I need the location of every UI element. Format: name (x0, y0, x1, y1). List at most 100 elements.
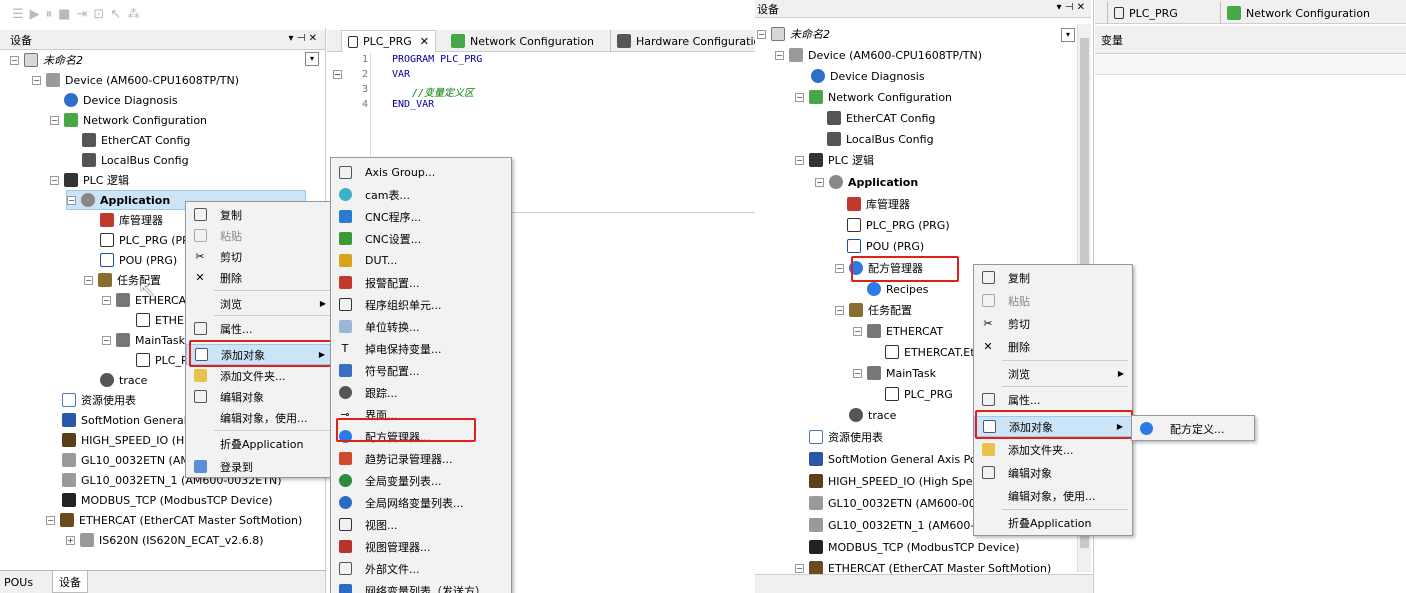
tree-item[interactable]: PLC_PRG (PRG) (847, 215, 950, 235)
submenu-item[interactable]: T 掉电保持变量... (331, 338, 511, 359)
tree-item[interactable]: MODBUS_TCP (ModbusTCP Device) (809, 537, 1020, 557)
menu-item-collapse[interactable]: 折叠Application (974, 512, 1132, 533)
submenu-item[interactable]: DUT... (331, 250, 511, 271)
submenu-item-recipe-definition[interactable]: 配方定义... (1132, 418, 1254, 439)
tree-item[interactable]: − ETHERCAT (853, 321, 943, 341)
submenu-item[interactable]: 趋势记录管理器... (331, 448, 511, 469)
submenu-item[interactable]: 符号配置... (331, 360, 511, 381)
submenu-item[interactable]: 跟踪... (331, 382, 511, 403)
pause-icon[interactable]: ⏸ (46, 7, 53, 22)
submenu-item-recipe-manager[interactable]: 配方管理器... (331, 426, 511, 447)
tab-network-configuration[interactable]: Network Configuration (445, 30, 600, 52)
menu-item-paste[interactable]: 粘贴 (974, 290, 1132, 311)
submenu-item[interactable]: 程序组织单元... (331, 294, 511, 315)
menu-item-add-folder[interactable]: 添加文件夹... (974, 439, 1132, 460)
panel-controls[interactable]: ▾ ⊣ ✕ (289, 33, 317, 44)
menu-item-add-object[interactable]: 添加对象 ▶ (974, 416, 1132, 437)
menu-item-cut[interactable]: ✂ 剪切 (974, 313, 1132, 334)
menu-item-copy[interactable]: 复制 (974, 267, 1132, 288)
menu-item-edit-object[interactable]: 编辑对象 (974, 462, 1132, 483)
cursor-icon[interactable]: ↖ (110, 7, 121, 22)
menu-item-edit-object-with[interactable]: 编辑对象，使用... (974, 485, 1132, 506)
menu-item-properties[interactable]: 属性... (186, 318, 334, 339)
panel-controls[interactable]: ▾ ⊣ ✕ (1057, 2, 1085, 13)
tree-item[interactable]: MODBUS_TCP (ModbusTCP Device) (62, 490, 273, 510)
menu-item-add-object[interactable]: 添加对象 ▶ (186, 344, 334, 365)
tree-item[interactable]: 资源使用表 (809, 427, 883, 447)
tree-item[interactable]: − Device (AM600-CPU1608TP/TN) (775, 45, 982, 65)
watch-icon[interactable]: ⁂ (127, 7, 140, 22)
tab-hardware-configuration[interactable]: Hardware Configuration (610, 30, 765, 52)
tree-item[interactable]: − 未命名2 (757, 24, 830, 44)
menu-item-copy[interactable]: 复制 (186, 204, 334, 225)
tree-item[interactable]: − MainTask (102, 330, 185, 350)
menu-item-edit-object-with[interactable]: 编辑对象，使用... (186, 407, 334, 428)
menu-item-edit-object[interactable]: 编辑对象 (186, 386, 334, 407)
tab-network-configuration[interactable]: Network Configuration (1220, 2, 1376, 24)
toolbar-icon[interactable]: ☰ (12, 7, 24, 22)
submenu-item[interactable]: ⊸ 界面... (331, 404, 511, 425)
tree-item[interactable]: − 任务配置 (835, 300, 912, 320)
submenu-item[interactable]: CNC程序... (331, 206, 511, 227)
submenu-item[interactable]: Axis Group... (331, 162, 511, 183)
tree-item[interactable]: PLC_PRG (885, 384, 953, 404)
menu-item-paste[interactable]: 粘贴 (186, 225, 334, 246)
tree-item[interactable]: trace (100, 370, 147, 390)
tree-item[interactable]: − PLC 逻辑 (795, 150, 874, 170)
menu-item-collapse[interactable]: 折叠Application (186, 433, 334, 454)
tree-item[interactable]: SoftMotion General Axis Pool (809, 449, 986, 469)
tree-item[interactable]: LocalBus Config (82, 150, 189, 170)
menu-item-cut[interactable]: ✂ 剪切 (186, 246, 334, 267)
tree-item[interactable]: − Device (AM600-CPU1608TP/TN) (32, 70, 239, 90)
submenu-item[interactable]: CNC设置... (331, 228, 511, 249)
tree-item[interactable]: Recipes (867, 279, 929, 299)
tree-item[interactable]: Device Diagnosis (64, 90, 178, 110)
submenu-item[interactable]: 视图... (331, 514, 511, 535)
menu-item-browse[interactable]: 浏览 ▶ (974, 363, 1132, 384)
menu-item-login[interactable]: 登录到 (186, 456, 334, 477)
tree-item[interactable]: LocalBus Config (827, 129, 934, 149)
tab-plc-prg[interactable]: PLC_PRG ✕ (341, 30, 436, 52)
step-icon[interactable]: ⇥ (76, 7, 87, 22)
tree-item[interactable]: 库管理器 (100, 210, 163, 230)
tree-item[interactable]: POU (PRG) (847, 236, 924, 256)
menu-item-delete[interactable]: ✕ 删除 (974, 336, 1132, 357)
tree-item[interactable]: − Network Configuration (795, 87, 952, 107)
tree-item[interactable]: − Application (815, 172, 918, 192)
tree-item[interactable]: − ETHERCAT (EtherCAT Master SoftMotion) (46, 510, 302, 530)
submenu-item[interactable]: 报警配置... (331, 272, 511, 293)
submenu-item[interactable]: 全局网络变量列表... (331, 492, 511, 513)
tree-item[interactable]: − Network Configuration (50, 110, 207, 130)
close-icon[interactable]: ✕ (420, 35, 429, 48)
tree-item[interactable]: POU (PRG) (100, 250, 177, 270)
menu-item-browse[interactable]: 浏览 ▶ (186, 293, 334, 314)
tree-item[interactable]: − 未命名2 (10, 50, 83, 70)
interface-icon: ⊸ (340, 408, 350, 421)
submenu-item[interactable]: 外部文件... (331, 558, 511, 579)
tree-item[interactable]: EtherCAT Config (827, 108, 935, 128)
tree-item[interactable]: trace (849, 405, 896, 425)
tab-pous[interactable]: POUs (4, 571, 33, 593)
submenu-item[interactable]: 网络变量列表（发送方）... (331, 580, 511, 593)
tree-item[interactable]: − PLC 逻辑 (50, 170, 129, 190)
submenu-item[interactable]: 全局变量列表... (331, 470, 511, 491)
submenu-item[interactable]: 单位转换... (331, 316, 511, 337)
tree-bottom-scrollbar[interactable] (755, 574, 1093, 593)
tree-item[interactable]: Device Diagnosis (811, 66, 925, 86)
menu-item-add-folder[interactable]: 添加文件夹... (186, 365, 334, 386)
tree-item[interactable]: + IS620N (IS620N_ECAT_v2.6.8) (66, 530, 264, 550)
tree-item[interactable]: 资源使用表 (62, 390, 136, 410)
tree-item[interactable]: 库管理器 (847, 194, 910, 214)
submenu-item[interactable]: 视图管理器... (331, 536, 511, 557)
fold-icon[interactable]: − (333, 70, 342, 79)
tab-plc-prg[interactable]: PLC_PRG (1107, 2, 1184, 24)
tab-devices[interactable]: 设备 (52, 571, 88, 593)
submenu-item[interactable]: cam表... (331, 184, 511, 205)
tree-item[interactable]: EtherCAT Config (82, 130, 190, 150)
run-icon[interactable]: ▶ (30, 7, 40, 22)
stop-icon[interactable]: ■ (58, 7, 70, 22)
menu-item-properties[interactable]: 属性... (974, 389, 1132, 410)
menu-item-delete[interactable]: ✕ 删除 (186, 267, 334, 288)
tree-item[interactable]: − MainTask (853, 363, 936, 383)
breakpoint-icon[interactable]: ⊡ (93, 7, 104, 22)
